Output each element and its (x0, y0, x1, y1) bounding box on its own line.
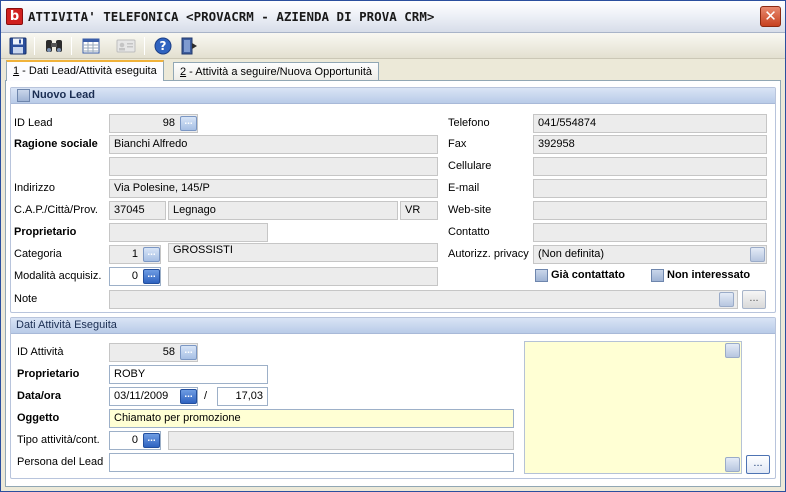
contatto-label: Contatto (448, 226, 490, 238)
ora-field[interactable]: 17,03 (217, 387, 268, 406)
help-button[interactable]: ? (152, 36, 174, 56)
list-button[interactable] (80, 36, 102, 56)
toolbar-separator (144, 37, 145, 55)
save-icon (9, 37, 27, 55)
note-ellipsis-button[interactable]: ... (742, 290, 766, 309)
note-label: Note (14, 293, 38, 305)
contatto-field[interactable] (533, 223, 767, 242)
tab-label: - Dati Lead/Attività eseguita (19, 65, 157, 77)
tipo-attivita-description-field (168, 431, 514, 450)
proprietario-attivita-field[interactable]: ROBY (109, 365, 268, 384)
search-button[interactable] (43, 36, 65, 56)
telefono-label: Telefono (448, 117, 490, 129)
categoria-lookup-button[interactable]: ... (143, 247, 160, 262)
notes-memo[interactable] (524, 341, 742, 474)
persona-lead-label: Persona del Lead (17, 456, 104, 468)
toolbar: ? (1, 33, 785, 59)
persona-lead-field[interactable] (109, 453, 514, 472)
cap-field[interactable]: 37045 (109, 201, 166, 220)
attivita-group: Dati Attività Eseguita ID Attività 58 ..… (10, 317, 776, 479)
svg-text:?: ? (160, 39, 167, 53)
title-bar: b ATTIVITA' TELEFONICA <PROVACRM - AZIEN… (1, 1, 785, 33)
chevron-down-icon[interactable] (750, 247, 765, 262)
id-attivita-lookup-button[interactable]: ... (180, 345, 197, 360)
email-label: E-mail (448, 182, 480, 194)
proprietario-attivita-label: Proprietario (17, 368, 80, 380)
close-button[interactable]: ✕ (760, 6, 781, 27)
tab-label: - Attività a seguire/Nuova Opportunità (186, 66, 373, 78)
id-attivita-label: ID Attività (17, 346, 64, 358)
fax-field[interactable]: 392958 (533, 135, 767, 154)
indirizzo-label: Indirizzo (14, 182, 55, 194)
privacy-select[interactable]: (Non definita) (533, 245, 767, 264)
prov-field[interactable]: VR (400, 201, 438, 220)
categoria-description-field: GROSSISTI (168, 243, 438, 262)
grid-icon (82, 38, 100, 54)
window-title: ATTIVITA' TELEFONICA <PROVACRM - AZIENDA… (28, 9, 435, 24)
window: b ATTIVITA' TELEFONICA <PROVACRM - AZIEN… (0, 0, 786, 492)
privacy-label: Autorizz. privacy (448, 248, 529, 260)
website-label: Web-site (448, 204, 492, 216)
save-button[interactable] (7, 36, 29, 56)
memo-ellipsis-button[interactable]: ... (746, 455, 770, 474)
fax-label: Fax (448, 138, 467, 150)
cellulare-label: Cellulare (448, 160, 492, 172)
non-interessato-checkbox[interactable] (651, 269, 664, 282)
oggetto-label: Oggetto (17, 412, 60, 424)
gia-contattato-label: Già contattato (551, 269, 625, 281)
modalita-lookup-button[interactable]: ... (143, 269, 160, 284)
ragione-sociale-label: Ragione sociale (14, 138, 98, 150)
email-field[interactable] (533, 179, 767, 198)
contact-card-icon (116, 39, 136, 53)
tab-panel: Nuovo Lead ID Lead 98 ... Ragione social… (5, 81, 781, 487)
scroll-up-icon[interactable] (725, 343, 740, 358)
cellulare-field[interactable] (533, 157, 767, 176)
nuovo-lead-label: Nuovo Lead (32, 89, 95, 101)
id-lead-lookup-button[interactable]: ... (180, 116, 197, 131)
non-interessato-label: Non interessato (667, 269, 751, 281)
tab-dati-lead[interactable]: 1 - Dati Lead/Attività eseguita (6, 60, 164, 81)
proprietario-field[interactable] (109, 223, 268, 242)
date-time-separator: / (204, 390, 208, 402)
modalita-acquisizione-label: Modalità acquisiz. (14, 270, 102, 282)
telefono-field[interactable]: 041/554874 (533, 114, 767, 133)
lead-group-header: Nuovo Lead (11, 88, 775, 104)
nuovo-lead-checkbox[interactable] (17, 89, 30, 102)
help-icon: ? (154, 37, 172, 55)
attivita-group-header: Dati Attività Eseguita (11, 318, 775, 334)
ragione-sociale-field[interactable]: Bianchi Alfredo (109, 135, 438, 154)
contact-button[interactable] (115, 36, 137, 56)
gia-contattato-checkbox[interactable] (535, 269, 548, 282)
exit-door-icon (181, 37, 197, 55)
app-logo-icon: b (6, 8, 23, 25)
proprietario-label: Proprietario (14, 226, 77, 238)
note-field[interactable] (109, 290, 738, 309)
tipo-attivita-lookup-button[interactable]: ... (143, 433, 160, 448)
toolbar-separator (71, 37, 72, 55)
exit-button[interactable] (179, 36, 201, 56)
indirizzo-field[interactable]: Via Polesine, 145/P (109, 179, 438, 198)
categoria-label: Categoria (14, 248, 62, 260)
oggetto-field[interactable]: Chiamato per promozione (109, 409, 514, 428)
lead-group: Nuovo Lead ID Lead 98 ... Ragione social… (10, 87, 776, 313)
tab-attivita-seguire[interactable]: 2 - Attività a seguire/Nuova Opportunità (173, 62, 380, 81)
ragione-sociale-field-2[interactable] (109, 157, 438, 176)
cap-citta-prov-label: C.A.P./Città/Prov. (14, 204, 98, 216)
website-field[interactable] (533, 201, 767, 220)
modalita-description-field (168, 267, 438, 286)
toolbar-separator (34, 37, 35, 55)
binoculars-icon (46, 40, 62, 52)
data-ora-label: Data/ora (17, 390, 62, 402)
tipo-attivita-label: Tipo attività/cont. (17, 434, 100, 446)
scroll-down-icon[interactable] (725, 457, 740, 472)
citta-field[interactable]: Legnago (168, 201, 398, 220)
calendar-lookup-button[interactable]: ... (180, 389, 197, 404)
id-lead-label: ID Lead (14, 117, 53, 129)
note-expand-icon[interactable] (719, 292, 734, 307)
